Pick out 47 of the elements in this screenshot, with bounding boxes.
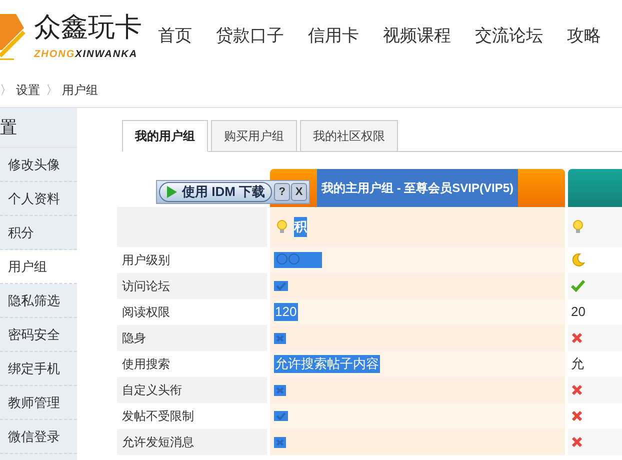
row-label: 访问论坛 xyxy=(122,278,170,295)
cell-text: 允许搜索帖子内容 xyxy=(274,355,380,373)
sidebar-item[interactable]: 隐私筛选 xyxy=(0,284,77,318)
idm-download-button[interactable]: 使用 IDM 下载 xyxy=(159,182,272,202)
play-icon xyxy=(166,185,178,199)
cell-text: 20 xyxy=(571,303,586,321)
row-label: 用户级别 xyxy=(122,252,170,269)
sidebar-item[interactable]: 个人资料 xyxy=(0,182,77,216)
tab[interactable]: 我的用户组 xyxy=(122,120,208,152)
nav-link[interactable]: 首页 xyxy=(158,23,192,49)
logo-pinyin: XINWANKA xyxy=(75,48,138,62)
cell-text: 120 xyxy=(274,303,298,321)
row-label: 阅读权限 xyxy=(122,304,170,321)
nav-link[interactable]: 交流论坛 xyxy=(475,23,543,49)
column-title: 我的主用户组 - 至尊会员SVIP(VIP5) xyxy=(317,169,518,207)
points-label: 积 xyxy=(294,217,307,237)
column-header xyxy=(568,169,622,207)
logo-pinyin: ZHONG xyxy=(34,48,76,62)
row-label: 自定义头衔 xyxy=(122,382,182,399)
nav-link[interactable]: 信用卡 xyxy=(308,23,359,49)
tab[interactable]: 我的社区权限 xyxy=(300,120,398,152)
logo-name: 众鑫玩卡 xyxy=(34,12,142,44)
row-label: 隐身 xyxy=(122,330,146,347)
nav-link[interactable]: 攻略 xyxy=(567,23,601,49)
breadcrumb-separator: 〉 xyxy=(0,82,12,98)
idm-label: 使用 IDM 下载 xyxy=(182,183,266,202)
help-button[interactable]: ? xyxy=(274,183,290,201)
nav-link[interactable]: 视频课程 xyxy=(383,23,451,49)
cell-text: 允 xyxy=(571,355,584,373)
breadcrumb-link[interactable]: 设置 xyxy=(16,80,40,98)
sidebar-title: 置 xyxy=(0,116,17,139)
sidebar-item[interactable]: 修改头像 xyxy=(0,148,77,182)
row-label: 允许发短消息 xyxy=(122,434,194,451)
nav-link[interactable]: 贷款口子 xyxy=(216,23,284,49)
tab[interactable]: 购买用户组 xyxy=(211,120,297,152)
sidebar-item[interactable]: 用户组 xyxy=(0,250,77,284)
sidebar-item[interactable]: 微信登录 xyxy=(0,420,77,454)
sidebar-item[interactable]: 教师管理 xyxy=(0,386,77,420)
breadcrumb-separator: 〉 xyxy=(46,82,58,98)
close-button[interactable]: X xyxy=(291,183,308,201)
row-label: 发帖不受限制 xyxy=(122,408,194,425)
breadcrumb-link[interactable]: 用户组 xyxy=(62,80,98,98)
row-label: 使用搜索 xyxy=(122,356,170,373)
sidebar-item[interactable]: 密码安全 xyxy=(0,318,77,352)
sidebar-item[interactable]: 绑定手机 xyxy=(0,352,77,386)
lightbulb-icon xyxy=(276,220,288,234)
lightbulb-icon xyxy=(572,220,584,234)
